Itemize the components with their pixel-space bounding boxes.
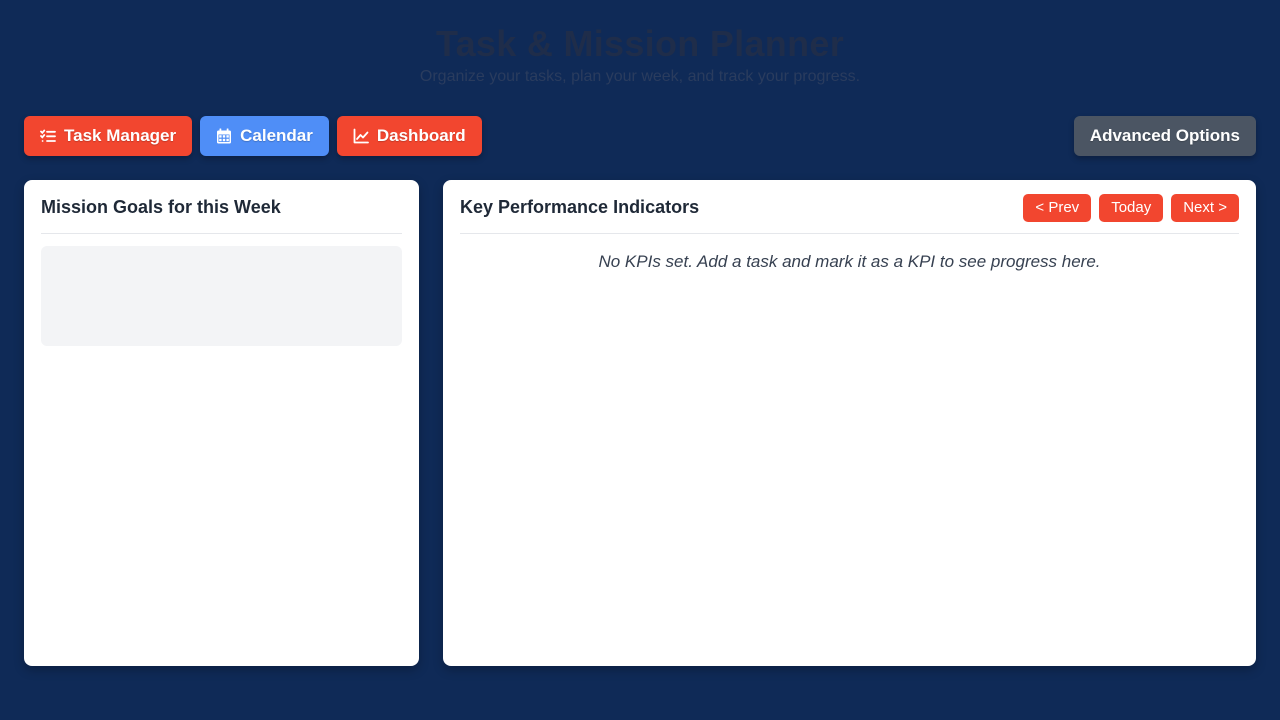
dashboard-label: Dashboard [376,126,466,145]
advanced-options-label: Advanced Options [1089,126,1240,145]
calendar-button[interactable]: Calendar [200,116,329,156]
mission-goals-input-area[interactable] [41,246,402,346]
advanced-options-button[interactable]: Advanced Options [1073,116,1256,156]
today-button[interactable]: Today [1099,193,1164,222]
chart-line-icon [353,128,369,144]
task-manager-button[interactable]: Task Manager [24,116,193,156]
kpi-empty-message: No KPIs set. Add a task and mark it as a… [598,252,1101,271]
calendar-label: Calendar [240,126,313,145]
main-toolbar: Task Manager Calendar Dashboard Advanced… [24,116,1256,156]
page-title: Task & Mission Planner [435,23,845,64]
dashboard-button[interactable]: Dashboard [336,116,482,156]
list-check-icon [40,128,56,144]
mission-goals-header: Mission Goals for this Week [41,180,402,234]
page-subtitle: Organize your tasks, plan your week, and… [419,68,861,85]
mission-goals-panel: Mission Goals for this Week [24,180,419,666]
kpi-panel: Key Performance Indicators < Prev Today … [443,180,1256,666]
task-manager-label: Task Manager [64,126,177,145]
kpi-header: Key Performance Indicators < Prev Today … [460,180,1239,234]
mission-goals-title: Mission Goals for this Week [41,197,281,217]
next-button[interactable]: Next > [1171,193,1239,222]
page-header: Task & Mission Planner Organize your tas… [0,0,1280,100]
calendar-icon [216,128,232,144]
kpi-navigation: < Prev Today Next > [1023,193,1239,222]
prev-button[interactable]: < Prev [1023,193,1092,222]
kpi-title: Key Performance Indicators [460,197,700,217]
